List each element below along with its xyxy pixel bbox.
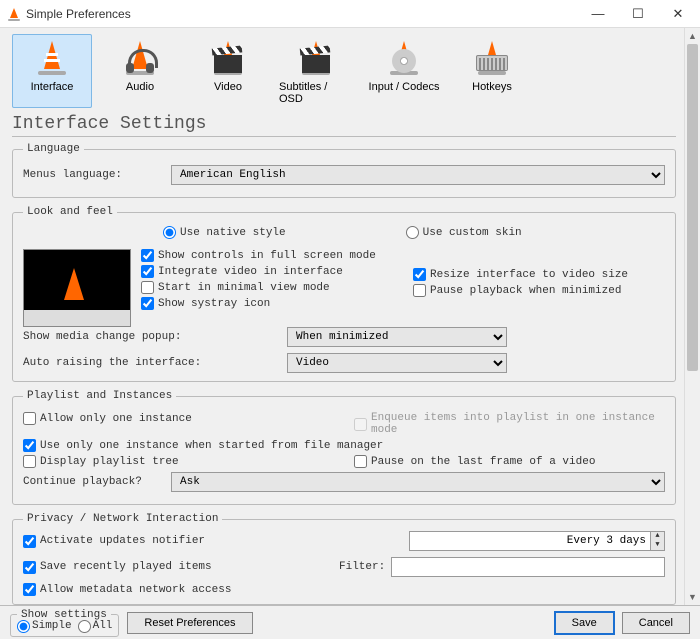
save-recent-checkbox[interactable]: Save recently played items xyxy=(23,561,333,574)
scroll-down-icon[interactable]: ▼ xyxy=(685,589,700,605)
pause-minimized-checkbox[interactable]: Pause playback when minimized xyxy=(413,284,665,297)
window-title-wrap: Simple Preferences xyxy=(8,7,578,21)
enqueue-checkbox: Enqueue items into playlist in one insta… xyxy=(354,412,665,436)
scroll-thumb[interactable] xyxy=(687,44,698,371)
hotkeys-icon xyxy=(472,39,512,79)
tab-video[interactable]: Video xyxy=(188,34,268,108)
vlc-cone-icon xyxy=(8,8,20,20)
metadata-checkbox[interactable]: Allow metadata network access xyxy=(23,583,665,596)
save-button[interactable]: Save xyxy=(555,612,614,634)
input-codecs-icon xyxy=(384,39,424,79)
media-change-select[interactable]: When minimized xyxy=(287,327,507,347)
continue-playback-label: Continue playback? xyxy=(23,476,163,488)
maximize-button[interactable]: ☐ xyxy=(618,0,658,28)
minimize-button[interactable]: — xyxy=(578,0,618,28)
vertical-scrollbar[interactable]: ▲ ▼ xyxy=(684,28,700,605)
native-style-radio[interactable]: Use native style xyxy=(163,226,286,239)
cancel-button[interactable]: Cancel xyxy=(622,612,690,634)
systray-checkbox[interactable]: Show systray icon xyxy=(141,297,393,310)
tab-input-codecs[interactable]: Input / Codecs xyxy=(364,34,444,108)
playlist-group: Playlist and Instances Allow only one in… xyxy=(12,390,676,505)
bottom-bar: Show settings Simple All Reset Preferenc… xyxy=(0,605,700,639)
tab-subtitles[interactable]: Subtitles / OSD xyxy=(276,34,356,108)
tab-interface[interactable]: Interface xyxy=(12,34,92,108)
one-instance-checkbox[interactable]: Allow only one instance xyxy=(23,412,334,425)
privacy-group: Privacy / Network Interaction Activate u… xyxy=(12,513,676,605)
one-from-fm-checkbox[interactable]: Use only one instance when started from … xyxy=(23,439,665,452)
audio-icon xyxy=(120,39,160,79)
display-tree-checkbox[interactable]: Display playlist tree xyxy=(23,455,334,468)
video-icon xyxy=(208,39,248,79)
window-controls: — ☐ ✕ xyxy=(578,0,698,28)
interface-icon xyxy=(32,39,72,79)
tab-audio[interactable]: Audio xyxy=(100,34,180,108)
look-and-feel-group: Look and feel Use native style Use custo… xyxy=(12,206,676,382)
custom-skin-radio[interactable]: Use custom skin xyxy=(406,226,522,239)
look-and-feel-legend: Look and feel xyxy=(23,206,117,218)
continue-playback-select[interactable]: Ask xyxy=(171,472,665,492)
language-group: Language Menus language: American Englis… xyxy=(12,143,676,198)
tab-label: Hotkeys xyxy=(472,81,512,93)
main-area: Interface Audio Video Subtitles / OSD In… xyxy=(0,28,700,605)
updates-checkbox[interactable]: Activate updates notifier xyxy=(23,535,399,548)
filter-input[interactable] xyxy=(391,557,665,577)
show-controls-fs-checkbox[interactable]: Show controls in full screen mode xyxy=(141,249,393,262)
page-title: Interface Settings xyxy=(12,112,676,137)
start-minimal-checkbox[interactable]: Start in minimal view mode xyxy=(141,281,393,294)
titlebar: Simple Preferences — ☐ ✕ xyxy=(0,0,700,28)
menus-language-label: Menus language: xyxy=(23,169,163,181)
spinner-up-icon[interactable]: ▲ xyxy=(651,532,664,541)
tab-hotkeys[interactable]: Hotkeys xyxy=(452,34,532,108)
category-tabs: Interface Audio Video Subtitles / OSD In… xyxy=(12,34,676,108)
tab-label: Video xyxy=(214,81,242,93)
tab-label: Subtitles / OSD xyxy=(279,81,353,105)
reset-preferences-button[interactable]: Reset Preferences xyxy=(127,612,252,634)
all-radio[interactable]: All xyxy=(78,620,113,633)
tab-label: Input / Codecs xyxy=(369,81,440,93)
pause-last-frame-checkbox[interactable]: Pause on the last frame of a video xyxy=(354,455,665,468)
tab-label: Audio xyxy=(126,81,154,93)
show-settings-group: Show settings Simple All xyxy=(10,609,119,637)
window-title: Simple Preferences xyxy=(26,7,131,21)
media-change-label: Show media change popup: xyxy=(23,331,223,343)
updates-interval-spinner[interactable]: ▲▼ xyxy=(409,531,665,551)
subtitles-icon xyxy=(296,39,336,79)
spinner-down-icon[interactable]: ▼ xyxy=(651,541,664,550)
playlist-legend: Playlist and Instances xyxy=(23,390,176,402)
simple-radio[interactable]: Simple xyxy=(17,620,72,633)
content: Interface Audio Video Subtitles / OSD In… xyxy=(0,28,684,605)
scroll-up-icon[interactable]: ▲ xyxy=(685,28,700,44)
scroll-track[interactable] xyxy=(685,44,700,589)
close-button[interactable]: ✕ xyxy=(658,0,698,28)
tab-label: Interface xyxy=(31,81,74,93)
auto-raise-select[interactable]: Video xyxy=(287,353,507,373)
menus-language-select[interactable]: American English xyxy=(171,165,665,185)
updates-interval-value[interactable] xyxy=(410,532,650,550)
privacy-legend: Privacy / Network Interaction xyxy=(23,513,222,525)
integrate-video-checkbox[interactable]: Integrate video in interface xyxy=(141,265,393,278)
filter-label: Filter: xyxy=(339,561,385,573)
preview-thumbnail xyxy=(23,249,131,327)
resize-to-video-checkbox[interactable]: Resize interface to video size xyxy=(413,268,665,281)
language-legend: Language xyxy=(23,143,84,155)
auto-raise-label: Auto raising the interface: xyxy=(23,357,223,369)
